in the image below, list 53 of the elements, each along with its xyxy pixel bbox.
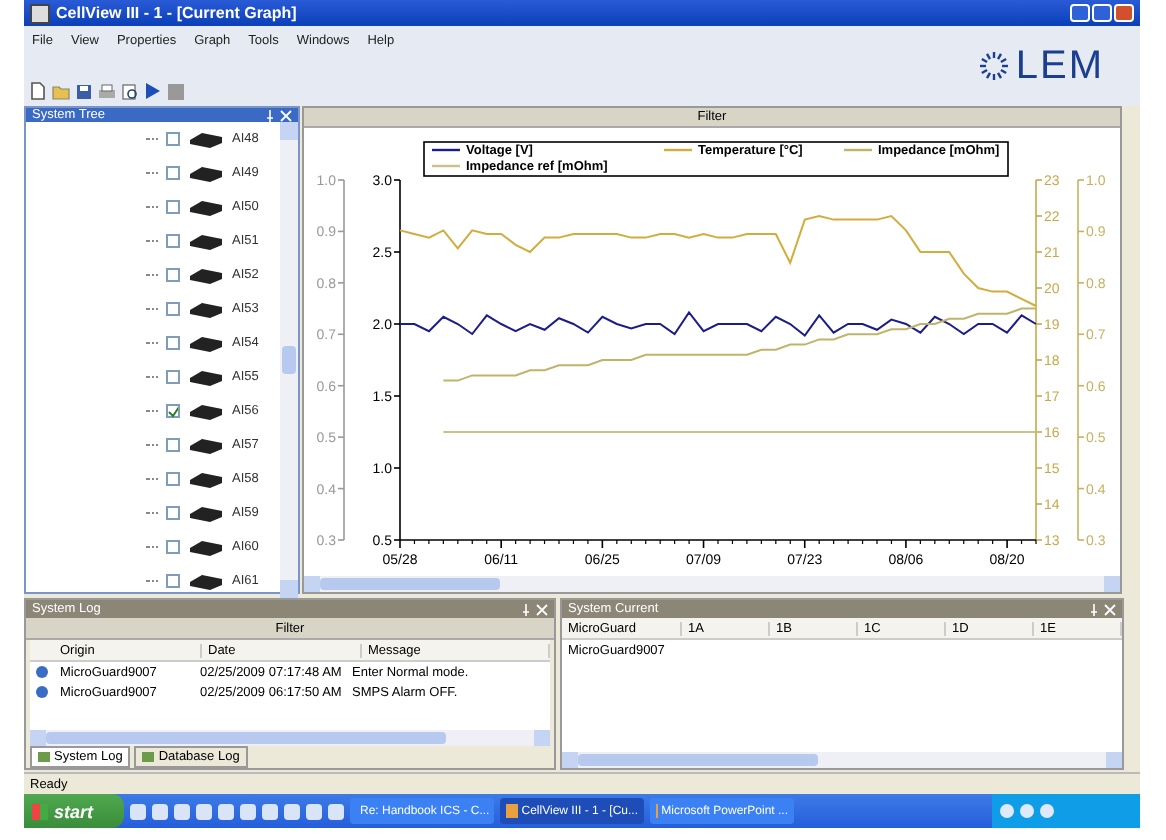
checkbox[interactable] [166, 472, 180, 486]
checkbox[interactable] [166, 234, 180, 248]
device-icon [188, 573, 224, 589]
new-file-icon[interactable] [30, 82, 46, 100]
checkbox[interactable] [166, 438, 180, 452]
window-title: CellView III - 1 - [Current Graph] [56, 4, 299, 22]
close-icon[interactable] [536, 603, 548, 615]
horizontal-scrollbar[interactable] [30, 730, 550, 746]
play-icon[interactable] [144, 82, 162, 100]
checkbox[interactable] [166, 336, 180, 350]
device-icon [188, 403, 224, 419]
checkbox[interactable] [166, 268, 180, 282]
device-icon [188, 165, 224, 181]
checkbox[interactable] [166, 302, 180, 316]
device-icon [188, 267, 224, 283]
pin-icon[interactable] [264, 109, 277, 121]
minimize-button[interactable] [1070, 4, 1090, 22]
app-icon [30, 3, 50, 23]
checkbox[interactable] [166, 370, 180, 384]
checkbox[interactable] [166, 166, 180, 180]
device-icon [188, 335, 224, 351]
device-icon [188, 199, 224, 215]
device-icon [188, 471, 224, 487]
checkbox[interactable] [166, 574, 180, 588]
checkbox[interactable] [166, 404, 180, 418]
device-icon [188, 131, 224, 147]
logo-text: LEM [1015, 43, 1104, 89]
device-icon [188, 369, 224, 385]
checkbox[interactable] [166, 200, 180, 214]
device-icon [188, 301, 224, 317]
pin-icon[interactable] [1088, 603, 1101, 615]
device-icon [188, 505, 224, 521]
print-icon[interactable] [98, 83, 116, 99]
print-preview-icon[interactable] [122, 83, 138, 99]
open-folder-icon[interactable] [52, 83, 70, 99]
close-button[interactable] [1114, 4, 1134, 22]
device-icon [188, 233, 224, 249]
horizontal-scrollbar[interactable] [562, 752, 1122, 768]
device-icon [188, 437, 224, 453]
save-icon[interactable] [76, 83, 92, 99]
pin-icon[interactable] [520, 603, 533, 615]
checkbox[interactable] [166, 132, 180, 146]
checkbox[interactable] [166, 506, 180, 520]
vertical-scrollbar[interactable] [280, 122, 298, 598]
sunburst-icon [977, 50, 1010, 82]
checkbox[interactable] [166, 540, 180, 554]
device-icon [188, 539, 224, 555]
horizontal-scrollbar[interactable] [304, 576, 1120, 592]
close-icon[interactable] [1104, 603, 1116, 615]
stop-icon[interactable] [168, 83, 184, 99]
maximize-button[interactable] [1092, 4, 1112, 22]
close-icon[interactable] [280, 109, 292, 121]
start-button[interactable]: start [24, 794, 124, 828]
